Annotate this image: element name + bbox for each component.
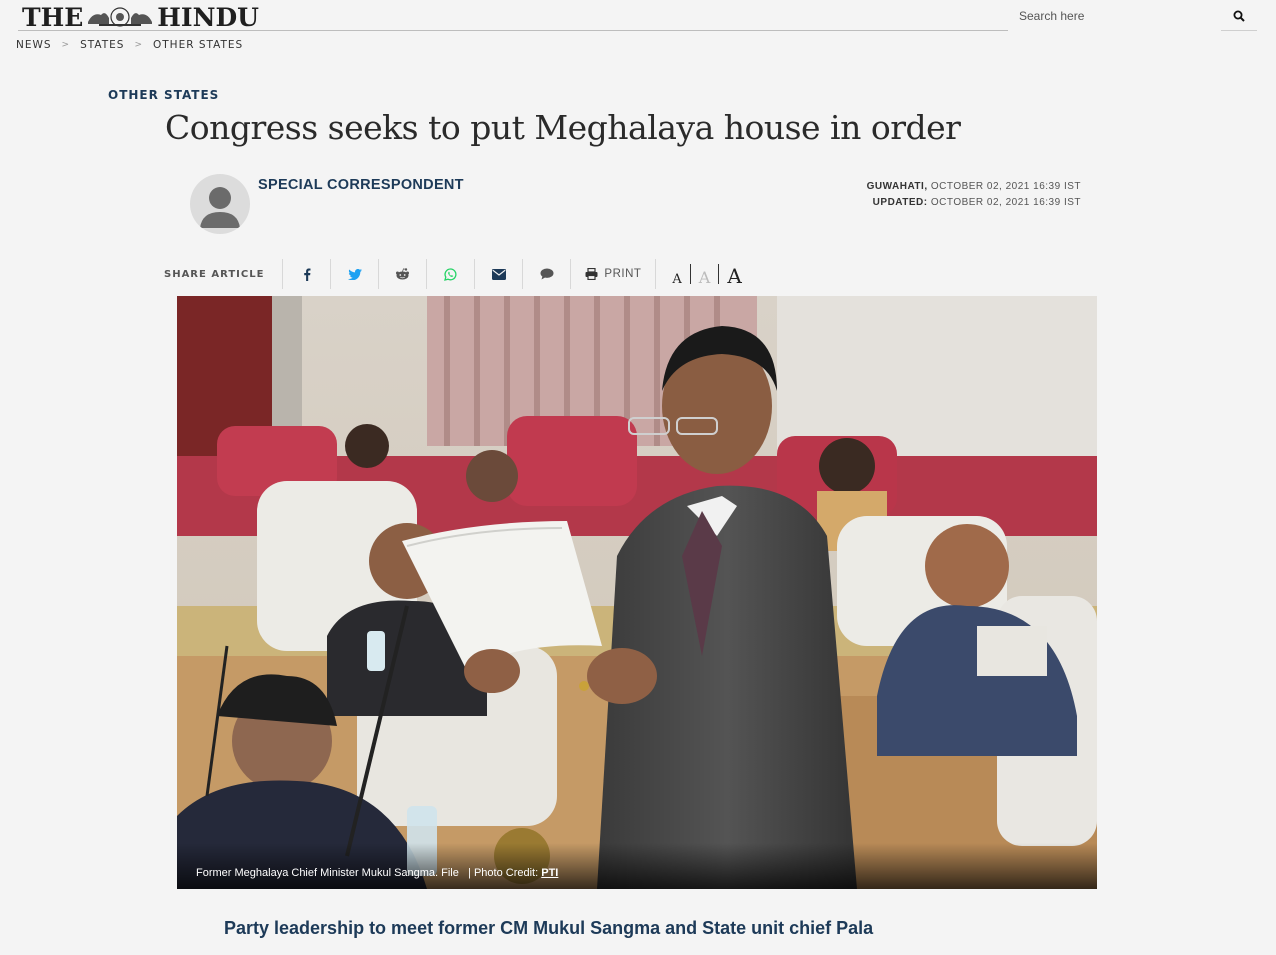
print-button[interactable]: PRINT <box>570 259 655 289</box>
breadcrumb: NEWS > STATES > OTHER STATES <box>16 39 243 51</box>
chevron-right-icon: > <box>61 40 71 50</box>
photo-caption-bar: Former Meghalaya Chief Minister Mukul Sa… <box>177 843 1097 889</box>
caption-text: Former Meghalaya Chief Minister Mukul Sa… <box>196 867 459 879</box>
chevron-right-icon: > <box>134 40 143 50</box>
search-icon <box>1233 10 1245 22</box>
site-logo[interactable]: THE HINDU <box>22 2 259 32</box>
logo-text-hindu: HINDU <box>157 2 259 32</box>
assembly-photo-image <box>177 296 1097 889</box>
font-increase-button[interactable]: A <box>719 258 749 291</box>
share-twitter-button[interactable] <box>330 259 378 289</box>
font-reset-button[interactable]: A <box>691 257 719 291</box>
facebook-icon <box>304 268 311 281</box>
printer-icon <box>585 268 598 280</box>
header-divider <box>18 30 1008 31</box>
author-link[interactable]: SPECIAL CORRESPONDENT <box>258 177 464 193</box>
article-photo[interactable]: Former Meghalaya Chief Minister Mukul Sa… <box>177 296 1097 889</box>
print-label: PRINT <box>604 268 642 280</box>
updated-date: OCTOBER 02, 2021 16:39 IST <box>930 197 1081 208</box>
author-avatar <box>190 174 250 234</box>
photo-credit-label: | Photo Credit: <box>468 867 539 879</box>
twitter-icon <box>347 268 362 280</box>
share-email-button[interactable] <box>474 259 522 289</box>
share-facebook-button[interactable] <box>282 259 330 289</box>
logo-emblem-icon <box>88 7 153 27</box>
search-input[interactable]: Search here <box>1010 4 1219 28</box>
font-size-controls: A A A <box>655 259 751 289</box>
photo-caption: Former Meghalaya Chief Minister Mukul Sa… <box>196 867 558 879</box>
breadcrumb-news[interactable]: NEWS <box>16 39 52 51</box>
photo-credit-link[interactable]: PTI <box>541 867 558 879</box>
share-whatsapp-button[interactable] <box>426 259 474 289</box>
article-title: Congress seeks to put Meghalaya house in… <box>165 108 961 147</box>
share-bar: SHARE ARTICLE PRINT A A A <box>164 258 752 290</box>
search-button[interactable] <box>1221 2 1257 31</box>
section-label[interactable]: OTHER STATES <box>108 88 219 102</box>
updated-label: UPDATED: <box>872 197 928 208</box>
article-subheading: Party leadership to meet former CM Mukul… <box>224 918 874 938</box>
comment-icon <box>540 268 554 280</box>
reddit-icon <box>396 268 410 280</box>
email-icon <box>491 268 506 280</box>
whatsapp-icon <box>444 267 457 281</box>
dateline-location: GUWAHATI, <box>866 181 928 192</box>
font-decrease-button[interactable]: A <box>664 257 689 291</box>
breadcrumb-states[interactable]: STATES <box>80 39 124 51</box>
published-date: OCTOBER 02, 2021 16:39 IST <box>930 181 1081 192</box>
breadcrumb-other-states[interactable]: OTHER STATES <box>153 39 243 51</box>
user-silhouette-icon <box>200 187 240 228</box>
share-reddit-button[interactable] <box>378 259 426 289</box>
dateline: GUWAHATI, OCTOBER 02, 2021 16:39 IST UPD… <box>867 179 1081 211</box>
share-article-label: SHARE ARTICLE <box>164 268 265 280</box>
comment-button[interactable] <box>522 259 570 289</box>
logo-text-the: THE <box>22 2 84 32</box>
